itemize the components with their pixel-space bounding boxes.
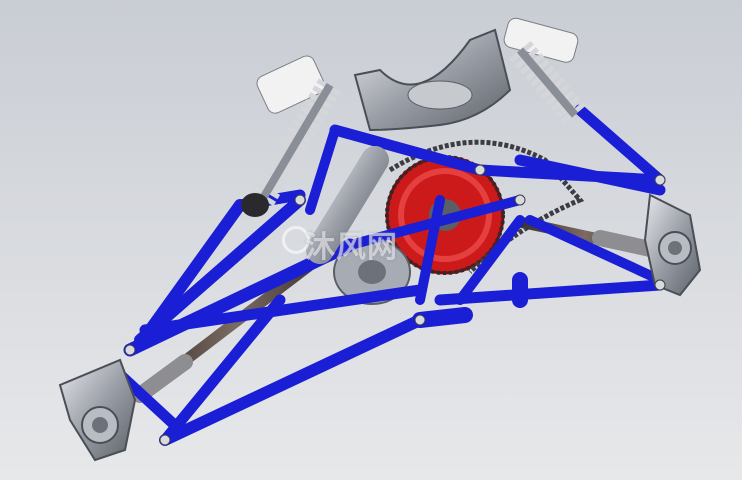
left-wheel-hub [58,358,137,462]
shock-mount-bracket [353,28,512,132]
right-coilover-shock [503,17,586,125]
cad-viewport[interactable]: 沐风网 [0,0,742,480]
right-wheel-hub [643,193,702,297]
watermark-text: 沐风网 [305,230,398,265]
